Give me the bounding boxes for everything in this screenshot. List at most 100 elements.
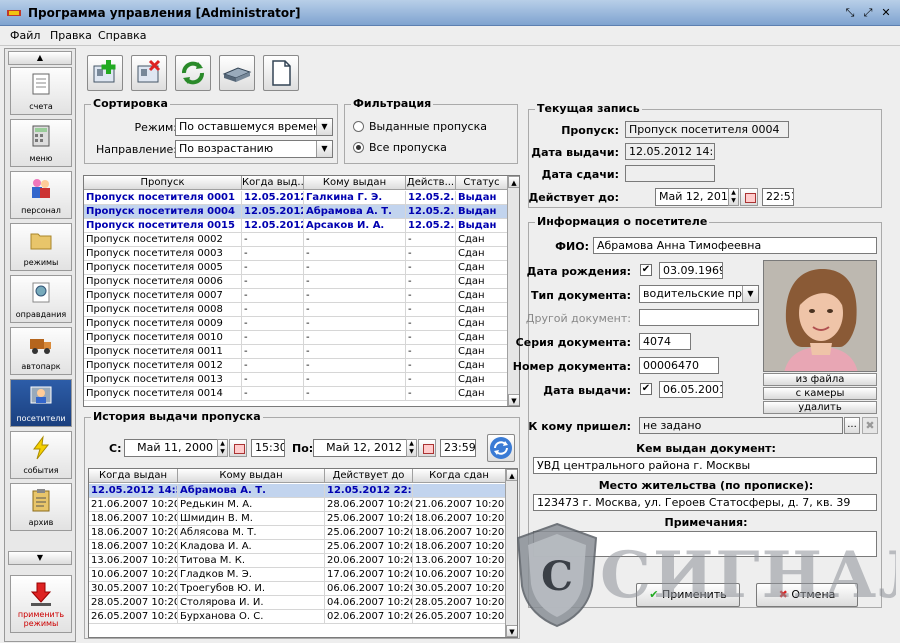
current-valid-spinner[interactable]: ▲ ▼ bbox=[728, 188, 739, 206]
history-from-time[interactable]: 15:30 bbox=[251, 439, 285, 457]
col-valid[interactable]: Действ... bbox=[406, 176, 456, 190]
history-to-time[interactable]: 23:59 bbox=[440, 439, 476, 457]
history-row[interactable]: 28.05.2007 10:20 Столярова И. И. 04.06.200… bbox=[89, 596, 506, 610]
filter-all-radio[interactable] bbox=[353, 142, 364, 153]
filter-issued-radio[interactable] bbox=[353, 121, 364, 132]
col-issued[interactable]: Когда выд... bbox=[242, 176, 304, 190]
visitor-doctype-select[interactable]: водительские пр... ▼ bbox=[639, 285, 759, 303]
photo-from-file-button[interactable]: из файла bbox=[763, 373, 877, 386]
docdate-checkbox[interactable]: ✔ bbox=[640, 383, 652, 395]
scroll-up-icon[interactable]: ▲ bbox=[506, 469, 517, 481]
history-row[interactable]: 13.06.2007 10:20 Титова М. К. 20.06.2007 1… bbox=[89, 554, 506, 568]
apply-modes-button[interactable]: применить режимы bbox=[10, 575, 72, 633]
col-pass[interactable]: Пропуск bbox=[84, 176, 242, 190]
pass-cell: Пропуск посетителя 0001 bbox=[84, 191, 242, 205]
history-refresh-button[interactable] bbox=[487, 434, 515, 462]
history-cell: 13.06.2007 10:20 bbox=[415, 554, 506, 568]
visitor-birth-field[interactable]: 03.09.1969 bbox=[659, 262, 723, 279]
history-row[interactable]: 30.05.2007 10:20 Троегубов Ю. И. 06.06.200… bbox=[89, 582, 506, 596]
visitor-otherdoc-field[interactable] bbox=[639, 309, 759, 326]
visitor-docdate-field[interactable]: 06.05.2001 bbox=[659, 381, 723, 398]
history-row[interactable]: 26.05.2007 10:20 Бурханова О. С. 02.06.200… bbox=[89, 610, 506, 624]
current-valid-date[interactable]: Май 12, 2012 bbox=[655, 188, 739, 206]
delete-pass-button[interactable] bbox=[131, 55, 167, 91]
title-bar: Программа управления [Administrator] ⤡ ⤢… bbox=[0, 0, 900, 26]
pass-row[interactable]: Пропуск посетителя 0011- - - Сдан bbox=[84, 345, 508, 359]
pass-row[interactable]: Пропуск посетителя 0007- - - Сдан bbox=[84, 289, 508, 303]
history-cell: 25.06.2007 10:20 bbox=[327, 512, 413, 526]
sidebar-scroll-down[interactable]: ▼ bbox=[8, 551, 72, 565]
history-cell: 12.05.2012 14:51 bbox=[89, 484, 178, 498]
birth-checkbox[interactable]: ✔ bbox=[640, 264, 652, 276]
calendar-icon[interactable] bbox=[418, 439, 436, 457]
sorting-direction-select[interactable]: По возрастанию ▼ bbox=[175, 140, 333, 158]
menu-help[interactable]: Справка bbox=[98, 29, 146, 42]
pass-row[interactable]: Пропуск посетителя 0009- - - Сдан bbox=[84, 317, 508, 331]
visited-clear-icon[interactable]: ✖ bbox=[862, 417, 878, 434]
add-pass-button[interactable] bbox=[87, 55, 123, 91]
export-button[interactable] bbox=[263, 55, 299, 91]
print-button[interactable] bbox=[219, 55, 255, 91]
pass-row[interactable]: Пропуск посетителя 0015 12.05.2012 Арсаков… bbox=[84, 219, 508, 233]
scroll-up-icon[interactable]: ▲ bbox=[508, 176, 519, 188]
history-row[interactable]: 18.06.2007 10:20 Кладова И. А. 25.06.2007 … bbox=[89, 540, 506, 554]
history-row[interactable]: 18.06.2007 10:20 Шмидин В. М. 25.06.2007 1… bbox=[89, 512, 506, 526]
visitor-fio-field[interactable]: Абрамова Анна Тимофеевна bbox=[593, 237, 877, 254]
sidebar-item-staff[interactable]: персонал bbox=[10, 171, 72, 219]
sidebar-item-excuses[interactable]: оправдания bbox=[10, 275, 72, 323]
history-to-date[interactable]: Май 12, 2012 bbox=[313, 439, 417, 457]
visited-browse-button[interactable]: ... bbox=[844, 417, 860, 434]
visitor-series-field[interactable]: 4074 bbox=[639, 333, 691, 350]
sidebar-scroll-up[interactable]: ▲ bbox=[8, 51, 72, 65]
history-from-date[interactable]: Май 11, 2000 bbox=[124, 439, 228, 457]
photo-delete-button[interactable]: удалить bbox=[763, 401, 877, 414]
pass-row[interactable]: Пропуск посетителя 0013- - - Сдан bbox=[84, 373, 508, 387]
restore-icon[interactable]: ⤢ bbox=[860, 5, 876, 21]
sidebar-item-accounts[interactable]: счета bbox=[10, 67, 72, 115]
scroll-down-icon[interactable]: ▼ bbox=[508, 394, 519, 406]
pass-row[interactable]: Пропуск посетителя 0012- - - Сдан bbox=[84, 359, 508, 373]
history-row[interactable]: 21.06.2007 10:20 Редькин М. А. 28.06.2007 … bbox=[89, 498, 506, 512]
calendar-icon[interactable] bbox=[229, 439, 247, 457]
pass-row[interactable]: Пропуск посетителя 0002- - - Сдан bbox=[84, 233, 508, 247]
col-issued-to[interactable]: Кому выдан bbox=[304, 176, 406, 190]
pass-row[interactable]: Пропуск посетителя 0008- - - Сдан bbox=[84, 303, 508, 317]
pass-row[interactable]: Пропуск посетителя 0005- - - Сдан bbox=[84, 261, 508, 275]
close-icon[interactable]: ✕ bbox=[878, 5, 894, 21]
pass-cell: 12.05.2... bbox=[408, 205, 456, 219]
visitor-address-field[interactable]: 123473 г. Москва, ул. Героев Статосферы,… bbox=[533, 494, 877, 511]
sidebar-item-events[interactable]: события bbox=[10, 431, 72, 479]
current-pass-label: Пропуск: bbox=[561, 124, 619, 137]
col-history-returned[interactable]: Когда сдан bbox=[413, 469, 506, 483]
sidebar-item-menu[interactable]: меню bbox=[10, 119, 72, 167]
sidebar-item-archive[interactable]: архив bbox=[10, 483, 72, 531]
photo-from-camera-button[interactable]: с камеры bbox=[763, 387, 877, 400]
col-history-issued[interactable]: Когда выдан bbox=[89, 469, 178, 483]
pass-row[interactable]: Пропуск посетителя 0014- - - Сдан bbox=[84, 387, 508, 401]
pass-row[interactable]: Пропуск посетителя 0010- - - Сдан bbox=[84, 331, 508, 345]
history-row[interactable]: 18.06.2007 10:20 Аблясова М. Т. 25.06.2007… bbox=[89, 526, 506, 540]
menu-edit[interactable]: Правка bbox=[50, 29, 92, 42]
current-valid-time[interactable]: 22:51 bbox=[762, 188, 794, 206]
minimize-icon[interactable]: ⤡ bbox=[842, 5, 858, 21]
history-to-spinner[interactable]: ▲ ▼ bbox=[406, 439, 417, 457]
calendar-icon[interactable] bbox=[740, 188, 758, 206]
sorting-mode-select[interactable]: По оставшемуся времени ▼ bbox=[175, 118, 333, 136]
pass-row[interactable]: Пропуск посетителя 0006- - - Сдан bbox=[84, 275, 508, 289]
sidebar-item-visitors[interactable]: посетители bbox=[10, 379, 72, 427]
visitor-number-field[interactable]: 00006470 bbox=[639, 357, 719, 374]
history-from-spinner[interactable]: ▲ ▼ bbox=[217, 439, 228, 457]
history-row[interactable]: 10.06.2007 10:20 Гладков М. Э. 17.06.2007 … bbox=[89, 568, 506, 582]
col-history-valid[interactable]: Действует до bbox=[325, 469, 413, 483]
col-history-to[interactable]: Кому выдан bbox=[178, 469, 325, 483]
sidebar-item-modes[interactable]: режимы bbox=[10, 223, 72, 271]
pass-row[interactable]: Пропуск посетителя 0003- - - Сдан bbox=[84, 247, 508, 261]
col-status[interactable]: Статус bbox=[456, 176, 508, 190]
pass-row[interactable]: Пропуск посетителя 0001 12.05.2012 Галкина… bbox=[84, 191, 508, 205]
visitor-issuedby-field[interactable]: УВД центрального района г. Москвы bbox=[533, 457, 877, 474]
pass-row[interactable]: Пропуск посетителя 0004 12.05.2012 Абрамов… bbox=[84, 205, 508, 219]
menu-file[interactable]: Файл bbox=[10, 29, 40, 42]
history-row[interactable]: 12.05.2012 14:51Абрамова А. Т.12.05.2012… bbox=[89, 484, 506, 498]
refresh-button[interactable] bbox=[175, 55, 211, 91]
sidebar-item-fleet[interactable]: автопарк bbox=[10, 327, 72, 375]
